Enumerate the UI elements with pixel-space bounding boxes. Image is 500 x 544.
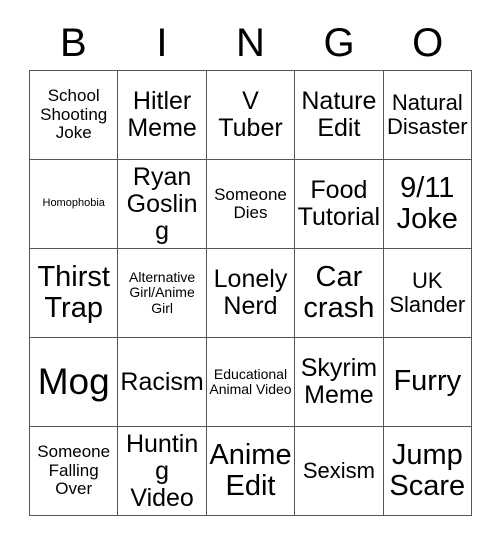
bingo-cell-label: Sexism — [302, 458, 375, 484]
bingo-cell-label: Jump Scare — [389, 438, 466, 502]
bingo-cell-label: Anime Edit — [209, 438, 292, 502]
bingo-cell-label: Hunting Video — [125, 429, 199, 512]
bingo-header-letter-b: B — [59, 21, 87, 65]
bingo-cell-label: Educational Animal Video — [209, 365, 292, 397]
bingo-cell[interactable]: Hitler Meme — [118, 71, 207, 160]
bingo-header-letter-n: N — [236, 21, 265, 65]
bingo-cell[interactable]: Food Tutorial — [295, 160, 384, 249]
bingo-cell[interactable]: Alternative Girl/Anime Girl — [118, 249, 207, 338]
bingo-cell-label: UK Slander — [389, 268, 466, 317]
bingo-cell[interactable]: Nature Edit — [295, 71, 384, 160]
bingo-cell[interactable]: Homophobia — [30, 160, 119, 249]
bingo-cell[interactable]: Sexism — [295, 427, 384, 516]
bingo-cell-label: Skyrim Meme — [300, 354, 378, 409]
bingo-cell-label: V Tuber — [218, 87, 283, 142]
bingo-cell[interactable]: Jump Scare — [383, 427, 472, 516]
bingo-cell-label: Thirst Trap — [37, 260, 110, 324]
bingo-cell[interactable]: UK Slander — [383, 249, 472, 338]
bingo-cell-label: Furry — [393, 365, 462, 398]
bingo-cell-label: Natural Disaster — [386, 90, 468, 139]
bingo-cell-label: Hitler Meme — [127, 87, 197, 142]
bingo-cell-label: Car crash — [303, 260, 375, 324]
bingo-cell[interactable]: Someone Falling Over — [30, 427, 119, 516]
bingo-cell[interactable]: Ryan Gosling — [118, 160, 207, 249]
bingo-cell[interactable]: Lonely Nerd — [206, 249, 296, 338]
bingo-header-letter-g: G — [323, 21, 355, 65]
bingo-cell[interactable]: School Shooting Joke — [30, 71, 119, 160]
bingo-cell[interactable]: Mog — [30, 338, 119, 427]
bingo-cell-label: Mog — [37, 361, 110, 403]
bingo-cell[interactable]: Hunting Video — [118, 427, 207, 516]
bingo-cell-label: Alternative Girl/Anime Girl — [129, 269, 196, 316]
bingo-cell[interactable]: Anime Edit — [206, 427, 296, 516]
bingo-header-letter-i: I — [156, 21, 168, 65]
bingo-cell-label: 9/11 Joke — [396, 171, 458, 235]
bingo-cell[interactable]: V Tuber — [206, 71, 296, 160]
bingo-cell[interactable]: Someone Dies — [206, 160, 296, 249]
bingo-cell-label: Racism — [120, 367, 204, 396]
bingo-card: B I N G O School Shooting Joke Hitler Me… — [0, 0, 500, 544]
bingo-cell-label: Nature Edit — [301, 87, 377, 142]
bingo-cell-label: Homophobia — [42, 197, 105, 210]
bingo-header-letter-o: O — [412, 21, 444, 65]
bingo-cell[interactable]: Thirst Trap — [30, 249, 119, 338]
bingo-grid: School Shooting Joke Hitler Meme V Tuber… — [29, 70, 472, 516]
bingo-cell-label: Someone Dies — [214, 184, 287, 222]
bingo-cell[interactable]: Educational Animal Video — [206, 338, 296, 427]
bingo-cell-label: Food Tutorial — [297, 176, 381, 231]
bingo-header-row: B I N G O — [29, 18, 472, 68]
bingo-cell-label: Ryan Gosling — [126, 162, 198, 245]
bingo-cell[interactable]: 9/11 Joke — [383, 160, 472, 249]
bingo-cell-label: School Shooting Joke — [40, 86, 108, 143]
bingo-cell-label: Lonely Nerd — [213, 265, 288, 320]
bingo-cell[interactable]: Car crash — [295, 249, 384, 338]
bingo-cell-label: Someone Falling Over — [37, 442, 111, 499]
bingo-cell[interactable]: Skyrim Meme — [295, 338, 384, 427]
bingo-cell[interactable]: Natural Disaster — [383, 71, 472, 160]
bingo-cell[interactable]: Racism — [118, 338, 207, 427]
bingo-cell[interactable]: Furry — [383, 338, 472, 427]
